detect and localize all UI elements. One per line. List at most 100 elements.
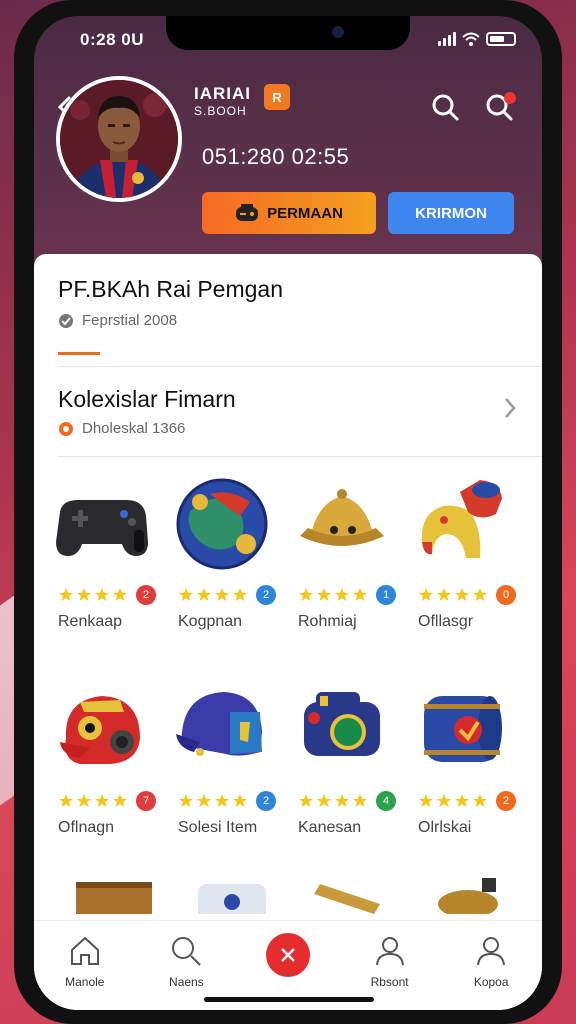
tab-search[interactable]: Naens — [146, 933, 226, 989]
item-name: Olrlskai — [418, 819, 472, 836]
item-grid: 2 Renkaap 2 Kogpnan 1 Rohmiaj 0 Ofllasgr… — [50, 472, 530, 848]
collection-subtitle: Dholeskal 1366 — [58, 420, 185, 437]
camera-icon — [332, 26, 344, 38]
tab-label: Naens — [169, 975, 204, 989]
rating-badge: 2 — [496, 791, 516, 811]
rating-badge: 2 — [136, 585, 156, 605]
divider — [58, 366, 542, 367]
item-name: Kanesan — [298, 819, 362, 836]
player-id: 051:280 02:55 — [202, 144, 350, 169]
notch — [166, 16, 410, 50]
center-action-button[interactable] — [265, 933, 310, 977]
item-rating: 2 — [170, 585, 290, 605]
collection-item[interactable]: 2 Solesi Item — [170, 678, 290, 848]
blue-device-icon — [304, 692, 380, 756]
collection-item[interactable]: 2 Renkaap — [50, 472, 170, 642]
lamp-icon — [438, 878, 498, 914]
user-icon — [375, 937, 404, 966]
ball-icon — [176, 478, 268, 570]
star-icon — [179, 794, 193, 807]
collection-item[interactable]: 4 Kanesan — [290, 678, 410, 848]
item-rating: 4 — [290, 791, 410, 811]
star-icon — [197, 588, 211, 601]
collection-item[interactable]: 2 Kogpnan — [170, 472, 290, 642]
item-name: Renkaap — [58, 613, 123, 630]
star-icon — [197, 794, 211, 807]
item-rating: 2 — [170, 791, 290, 811]
star-icon — [317, 588, 331, 601]
collection-item[interactable]: 2 Olrlskai — [410, 678, 530, 848]
star-icon — [299, 794, 313, 807]
chevron-right-icon[interactable] — [502, 396, 518, 420]
gamepad-icon — [56, 500, 148, 556]
star-icon — [473, 588, 487, 601]
star-icon — [113, 588, 127, 601]
profile-name-line1: IARIAI — [194, 84, 251, 103]
search-icon[interactable] — [430, 92, 460, 122]
star-icon — [317, 794, 331, 807]
collection-item[interactable]: 7 Oflnagn — [50, 678, 170, 848]
star-icon — [77, 588, 91, 601]
item-rating: 2 — [50, 585, 170, 605]
status-time: 0:28 0U — [80, 30, 144, 49]
play-button[interactable]: PERMAAN — [202, 192, 376, 234]
tab-home[interactable]: Manole — [45, 933, 125, 989]
star-icon — [179, 588, 193, 601]
home-icon — [70, 936, 99, 965]
item-rating: 1 — [290, 585, 410, 605]
star-icon — [353, 794, 367, 807]
tab-center-action[interactable] — [248, 933, 328, 977]
star-icon — [437, 588, 451, 601]
star-icon — [419, 794, 433, 807]
collection-item[interactable]: 0 Ofllasgr — [410, 472, 530, 642]
item-name: Oflnagn — [58, 819, 115, 836]
star-icon — [335, 794, 349, 807]
star-icon — [335, 588, 349, 601]
notification-dot — [504, 92, 516, 104]
barrel-icon — [424, 696, 502, 762]
divider — [58, 456, 542, 457]
star-icon — [437, 794, 451, 807]
wifi-icon — [462, 32, 480, 46]
section-subtitle-text: Feprstial 2008 — [82, 312, 178, 329]
level-badge: R — [264, 84, 290, 110]
verified-icon — [59, 313, 73, 328]
item-name: Kogpnan — [178, 613, 243, 630]
avatar[interactable] — [56, 76, 182, 202]
star-icon — [59, 588, 73, 601]
star-icon — [353, 588, 367, 601]
battery-icon — [486, 32, 516, 46]
content-card: PF.BKAh Rai Pemgan Feprstial 2008 Kolexi… — [34, 254, 542, 1010]
search-icon — [172, 937, 202, 966]
phone-frame: 0:28 0U IARIAI S.BOOH R 051:280 02:55 PE… — [14, 0, 562, 1024]
star-icon — [419, 588, 433, 601]
star-icon — [95, 794, 109, 807]
profile-name: IARIAI S.BOOH — [194, 84, 251, 118]
red-helmet-icon — [421, 480, 502, 558]
send-button[interactable]: KRIRMON — [388, 192, 514, 234]
profile-name-line2: S.BOOH — [194, 104, 247, 118]
tab-label: Rbsont — [370, 975, 409, 989]
star-icon — [95, 588, 109, 601]
collection-subtitle-text: Dholeskal 1366 — [82, 420, 186, 437]
star-icon — [77, 794, 91, 807]
send-button-label: KRIRMON — [415, 204, 487, 222]
tab-indicator — [58, 352, 100, 355]
tab-label: Kopoa — [473, 975, 509, 989]
tab-friends[interactable]: Rbsont — [350, 933, 430, 989]
star-icon — [59, 794, 73, 807]
player-portrait-icon — [60, 80, 178, 198]
collection-item[interactable]: 1 Rohmiaj — [290, 472, 410, 642]
collection-title[interactable]: Kolexislar Fimarn — [58, 386, 236, 413]
tab-profile[interactable]: Kopoa — [451, 933, 531, 989]
star-icon — [215, 794, 229, 807]
rating-badge: 0 — [496, 585, 516, 605]
app-screen: 0:28 0U IARIAI S.BOOH R 051:280 02:55 PE… — [34, 16, 542, 1010]
rating-badge: 4 — [376, 791, 396, 811]
play-button-label: PERMAAN — [267, 204, 343, 222]
chest-icon — [76, 882, 152, 914]
blue-helmet-icon — [176, 692, 262, 756]
rating-badge: 2 — [256, 791, 276, 811]
item-rating: 0 — [410, 585, 530, 605]
star-icon — [233, 794, 247, 807]
